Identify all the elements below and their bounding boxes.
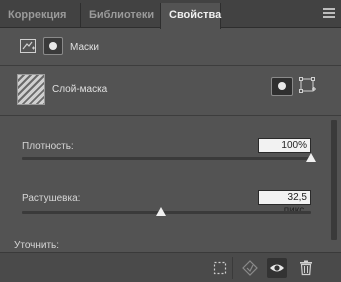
masks-header: Маски (0, 28, 341, 66)
panel-tab-bar: Коррекция Библиотеки Свойства (0, 0, 341, 29)
panel-menu-icon[interactable] (323, 8, 335, 18)
mask-thumbnail (17, 74, 45, 105)
layer-mask-row: Слой-маска (0, 66, 341, 116)
tab-correction[interactable]: Коррекция (0, 3, 78, 28)
tab-properties[interactable]: Свойства (160, 3, 221, 29)
apply-mask-icon[interactable] (240, 258, 260, 278)
feather-slider[interactable] (22, 211, 311, 214)
feather-slider-knob[interactable] (155, 207, 166, 216)
eye-icon[interactable] (267, 258, 287, 278)
density-input[interactable]: 100% (258, 138, 311, 153)
density-slider[interactable] (22, 157, 311, 160)
panel-scrollbar[interactable] (330, 116, 338, 246)
density-label: Плотность: (22, 141, 74, 152)
trash-icon[interactable] (296, 258, 316, 278)
load-selection-icon[interactable] (210, 258, 230, 278)
pixel-mask-icon[interactable] (20, 39, 36, 53)
tab-libraries[interactable]: Библиотеки (80, 3, 160, 28)
refine-label: Уточнить: (14, 240, 60, 251)
toolbar-divider (232, 257, 233, 279)
feather-input[interactable]: 32,5 пикс. (258, 190, 311, 216)
add-pixel-mask-button[interactable] (271, 77, 293, 96)
density-slider-knob[interactable] (306, 153, 316, 162)
layer-mask-label: Слой-маска (52, 84, 108, 95)
vector-mask-icon[interactable] (43, 37, 63, 55)
add-vector-mask-button[interactable] (299, 77, 317, 96)
bottom-toolbar (0, 252, 341, 282)
feather-label: Растушевка: (22, 193, 81, 204)
masks-label: Маски (70, 42, 99, 53)
